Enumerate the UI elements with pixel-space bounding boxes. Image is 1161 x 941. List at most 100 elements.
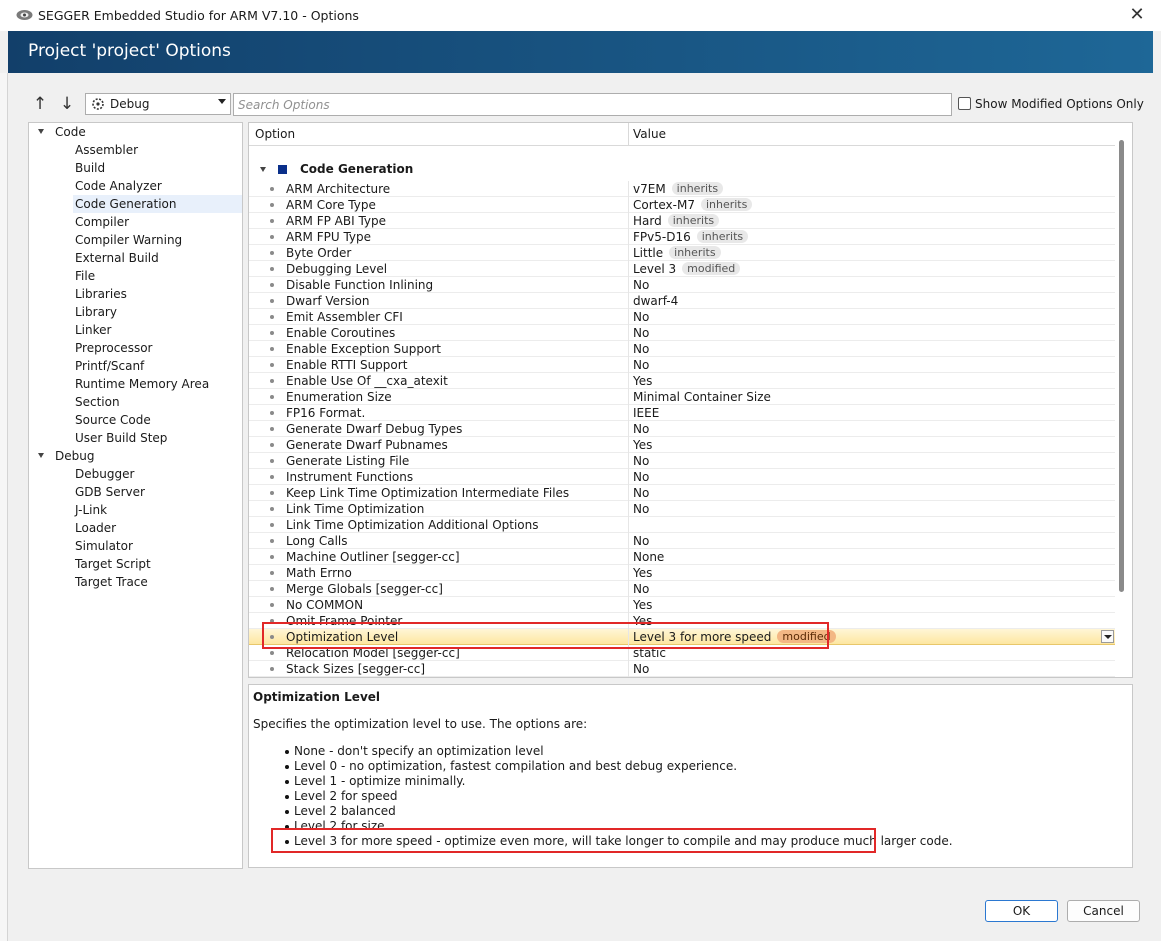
column-header-value[interactable]: Value: [633, 127, 666, 141]
option-row[interactable]: Keep Link Time Optimization Intermediate…: [249, 485, 1115, 501]
option-value-cell[interactable]: dwarf-4: [633, 293, 678, 309]
option-value-cell[interactable]: Hard inherits: [633, 213, 720, 229]
option-row[interactable]: Link Time Optimization Additional Option…: [249, 517, 1115, 533]
tree-item-linker[interactable]: Linker: [73, 321, 242, 339]
tree-item-source-code[interactable]: Source Code: [73, 411, 242, 429]
option-row[interactable]: ARM Core Type Cortex-M7 inherits: [249, 197, 1115, 213]
option-value-cell[interactable]: No: [633, 453, 649, 469]
option-value-cell[interactable]: Level 3 modified: [633, 261, 741, 277]
option-value-cell[interactable]: No: [633, 277, 649, 293]
option-value-cell[interactable]: No: [633, 325, 649, 341]
option-row[interactable]: ARM FPU Type FPv5-D16 inherits: [249, 229, 1115, 245]
option-row[interactable]: ARM FP ABI Type Hard inherits: [249, 213, 1115, 229]
option-row[interactable]: Disable Function Inlining No: [249, 277, 1115, 293]
tree-item-debugger[interactable]: Debugger: [73, 465, 242, 483]
expand-triangle-icon[interactable]: [38, 453, 44, 458]
option-value-cell[interactable]: No: [633, 341, 649, 357]
option-row[interactable]: Byte Order Little inherits: [249, 245, 1115, 261]
option-row[interactable]: Machine Outliner [segger-cc] None: [249, 549, 1115, 565]
option-row[interactable]: Stack Sizes [segger-cc] No: [249, 661, 1115, 677]
tree-item-code-analyzer[interactable]: Code Analyzer: [73, 177, 242, 195]
option-row[interactable]: Enable Coroutines No: [249, 325, 1115, 341]
option-value-cell[interactable]: Yes: [633, 373, 652, 389]
option-value-cell[interactable]: No: [633, 533, 649, 549]
ok-button[interactable]: OK: [985, 900, 1058, 922]
option-value-cell[interactable]: Level 3 for more speed modified: [633, 629, 836, 645]
show-modified-checkbox[interactable]: [958, 97, 971, 110]
cancel-button[interactable]: Cancel: [1067, 900, 1140, 922]
option-value-cell[interactable]: No: [633, 581, 649, 597]
tree-item-user-build-step[interactable]: User Build Step: [73, 429, 242, 447]
tree-item-library[interactable]: Library: [73, 303, 242, 321]
tree-item-j-link[interactable]: J-Link: [73, 501, 242, 519]
tree-item-libraries[interactable]: Libraries: [73, 285, 242, 303]
tree-item-code-generation[interactable]: Code Generation: [73, 195, 242, 213]
option-row[interactable]: Relocation Model [segger-cc] static: [249, 645, 1115, 661]
option-row[interactable]: Debugging Level Level 3 modified: [249, 261, 1115, 277]
option-value-cell[interactable]: Yes: [633, 597, 652, 613]
tree-item-simulator[interactable]: Simulator: [73, 537, 242, 555]
option-value-cell[interactable]: Yes: [633, 613, 652, 629]
tree-item-gdb-server[interactable]: GDB Server: [73, 483, 242, 501]
option-row[interactable]: Link Time Optimization No: [249, 501, 1115, 517]
option-row[interactable]: Long Calls No: [249, 533, 1115, 549]
expand-triangle-icon[interactable]: [38, 129, 44, 134]
option-row[interactable]: ARM Architecture v7EM inherits: [249, 181, 1115, 197]
option-row[interactable]: Omit Frame Pointer Yes: [249, 613, 1115, 629]
option-row[interactable]: No COMMON Yes: [249, 597, 1115, 613]
grid-scrollbar[interactable]: [1119, 140, 1124, 592]
option-value-cell[interactable]: No: [633, 661, 649, 677]
tree-item-target-trace[interactable]: Target Trace: [73, 573, 242, 591]
tree-item-preprocessor[interactable]: Preprocessor: [73, 339, 242, 357]
move-down-arrow-icon[interactable]: ↓: [57, 94, 77, 114]
option-row[interactable]: Optimization Level Level 3 for more speed…: [249, 629, 1115, 645]
option-value-cell[interactable]: No: [633, 309, 649, 325]
option-row[interactable]: Merge Globals [segger-cc] No: [249, 581, 1115, 597]
option-value-cell[interactable]: No: [633, 469, 649, 485]
option-row[interactable]: Generate Dwarf Debug Types No: [249, 421, 1115, 437]
option-row[interactable]: Math Errno Yes: [249, 565, 1115, 581]
option-value-cell[interactable]: None: [633, 549, 664, 565]
option-value-cell[interactable]: Yes: [633, 437, 652, 453]
configuration-dropdown[interactable]: Debug: [85, 93, 231, 115]
option-row[interactable]: Enable RTTI Support No: [249, 357, 1115, 373]
search-input[interactable]: [234, 94, 951, 115]
section-header-code-generation[interactable]: Code Generation: [249, 161, 1115, 179]
option-value-cell[interactable]: FPv5-D16 inherits: [633, 229, 749, 245]
move-up-arrow-icon[interactable]: ↑: [30, 94, 50, 114]
tree-item-printf-scanf[interactable]: Printf/Scanf: [73, 357, 242, 375]
tree-item-target-script[interactable]: Target Script: [73, 555, 242, 573]
option-value-cell[interactable]: No: [633, 357, 649, 373]
tree-item-build[interactable]: Build: [73, 159, 242, 177]
close-icon[interactable]: ✕: [1124, 3, 1150, 27]
tree-group-code[interactable]: Code: [29, 123, 242, 141]
tree-item-compiler-warning[interactable]: Compiler Warning: [73, 231, 242, 249]
tree-item-section[interactable]: Section: [73, 393, 242, 411]
option-row[interactable]: Emit Assembler CFI No: [249, 309, 1115, 325]
option-row[interactable]: Enable Exception Support No: [249, 341, 1115, 357]
option-value-cell[interactable]: Little inherits: [633, 245, 721, 261]
expand-triangle-icon[interactable]: [260, 167, 266, 172]
tree-item-compiler[interactable]: Compiler: [73, 213, 242, 231]
option-value-cell[interactable]: No: [633, 485, 649, 501]
option-row[interactable]: Enable Use Of __cxa_atexit Yes: [249, 373, 1115, 389]
tree-item-runtime-memory-area[interactable]: Runtime Memory Area: [73, 375, 242, 393]
option-value-cell[interactable]: No: [633, 501, 649, 517]
tree-item-external-build[interactable]: External Build: [73, 249, 242, 267]
option-row[interactable]: Dwarf Version dwarf-4: [249, 293, 1115, 309]
tree-item-file[interactable]: File: [73, 267, 242, 285]
search-options-field[interactable]: [233, 93, 952, 116]
option-value-cell[interactable]: No: [633, 421, 649, 437]
option-value-cell[interactable]: Yes: [633, 565, 652, 581]
option-value-cell[interactable]: v7EM inherits: [633, 181, 724, 197]
tree-group-debug[interactable]: Debug: [29, 447, 242, 465]
option-value-cell[interactable]: IEEE: [633, 405, 659, 421]
column-header-option[interactable]: Option: [255, 127, 295, 141]
option-value-cell[interactable]: Cortex-M7 inherits: [633, 197, 753, 213]
option-row[interactable]: Instrument Functions No: [249, 469, 1115, 485]
tree-item-loader[interactable]: Loader: [73, 519, 242, 537]
option-row[interactable]: Generate Dwarf Pubnames Yes: [249, 437, 1115, 453]
option-value-cell[interactable]: Minimal Container Size: [633, 389, 771, 405]
option-row[interactable]: Generate Listing File No: [249, 453, 1115, 469]
option-row[interactable]: Enumeration Size Minimal Container Size: [249, 389, 1115, 405]
